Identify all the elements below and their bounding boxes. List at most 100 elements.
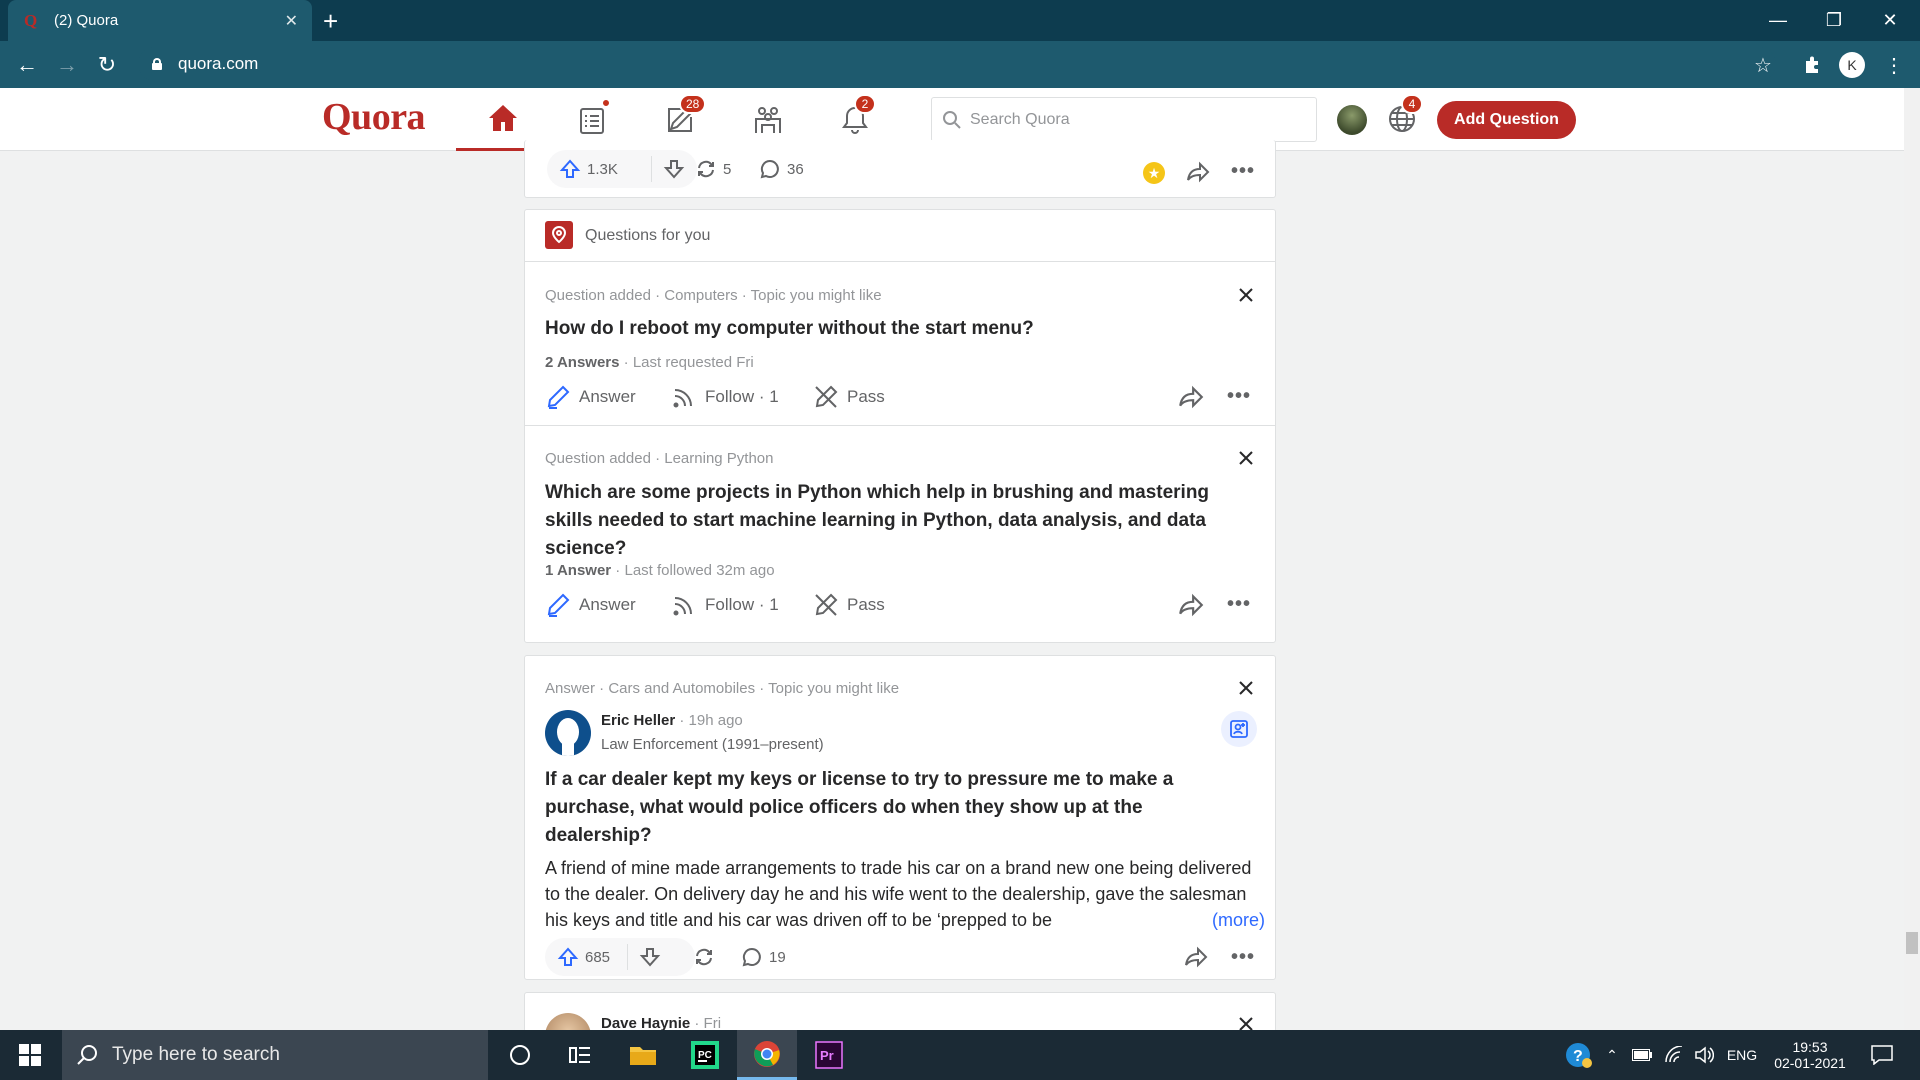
follow-button[interactable]: Follow · 1 xyxy=(671,592,779,618)
svg-text:Pr: Pr xyxy=(820,1048,834,1063)
upvote-button[interactable]: 1.3K xyxy=(559,158,618,180)
qfy-header-text: Questions for you xyxy=(585,227,711,244)
answer-excerpt: A friend of mine made arrangements to tr… xyxy=(545,858,1252,930)
languages-button[interactable]: 4 xyxy=(1385,94,1423,136)
upvote-count: 685 xyxy=(585,948,611,966)
browser-tab-bar: Q (2) Quora ✕ + — ❐ ✕ xyxy=(0,0,1920,41)
search-input[interactable]: Search Quora xyxy=(931,97,1317,142)
pass-label: Pass xyxy=(847,595,885,614)
question-title[interactable]: Which are some projects in Python which … xyxy=(545,479,1245,563)
author-avatar[interactable] xyxy=(545,710,591,756)
task-view-icon[interactable] xyxy=(550,1030,610,1080)
answer-button[interactable]: Answer xyxy=(545,592,636,618)
taskbar-search-placeholder: Type here to search xyxy=(112,1044,280,1065)
answer-question-title[interactable]: If a car dealer kept my keys or license … xyxy=(545,766,1245,850)
upvote-button[interactable]: 685 xyxy=(557,946,610,968)
answer-count[interactable]: 2 Answers xyxy=(545,354,619,371)
reload-icon[interactable]: ↻ xyxy=(89,41,125,88)
cortana-icon[interactable] xyxy=(490,1030,550,1080)
pass-button[interactable]: Pass xyxy=(813,384,885,410)
dismiss-close-icon[interactable] xyxy=(1235,677,1257,699)
close-window-icon[interactable]: ✕ xyxy=(1862,0,1918,41)
downvote-icon xyxy=(663,160,685,179)
more-options-icon[interactable]: ••• xyxy=(1231,946,1255,969)
dismiss-close-icon[interactable] xyxy=(1235,284,1257,306)
svg-text:PC: PC xyxy=(698,1050,712,1061)
questions-for-you-icon xyxy=(545,221,573,249)
share-arrow-icon[interactable] xyxy=(1177,384,1205,410)
answer-card: Answer · Cars and Automobiles · Topic yo… xyxy=(524,655,1276,980)
user-avatar[interactable] xyxy=(1337,105,1367,135)
dismiss-close-icon[interactable] xyxy=(1235,447,1257,469)
pass-label: Pass xyxy=(847,387,885,406)
taskbar-search-input[interactable]: Type here to search xyxy=(62,1030,488,1080)
answer-pencil-icon xyxy=(547,385,570,409)
scrollbar-thumb[interactable] xyxy=(1906,932,1918,954)
reshare-icon xyxy=(696,948,712,966)
downvote-button[interactable] xyxy=(663,158,691,180)
tab-title: (2) Quora xyxy=(54,12,119,29)
more-options-icon[interactable]: ••• xyxy=(1227,385,1251,408)
comment-icon xyxy=(760,159,779,179)
answer-meta: Answer · Cars and Automobiles · Topic yo… xyxy=(545,680,900,697)
comments-button[interactable]: 19 xyxy=(741,946,786,968)
input-language[interactable]: ENG xyxy=(1722,1030,1762,1080)
share-arrow-icon xyxy=(1187,161,1210,183)
profile-avatar[interactable]: K xyxy=(1836,49,1868,81)
premiere-pro-icon[interactable]: Pr xyxy=(799,1030,859,1080)
downvote-button[interactable] xyxy=(639,946,667,968)
browser-tab[interactable]: Q (2) Quora ✕ xyxy=(8,0,312,41)
home-icon xyxy=(489,105,517,131)
share-count-button[interactable]: 5 xyxy=(695,158,731,180)
pycharm-icon[interactable]: PC xyxy=(675,1030,735,1080)
spaces-icon xyxy=(755,106,781,133)
share-button[interactable] xyxy=(1185,160,1211,189)
follow-author-button[interactable] xyxy=(1221,711,1257,747)
question-title[interactable]: How do I reboot my computer without the … xyxy=(545,315,1245,343)
comments-button[interactable]: 36 xyxy=(759,158,804,180)
minimize-icon[interactable]: — xyxy=(1750,0,1806,41)
follow-button[interactable]: Follow · 1 xyxy=(671,384,779,410)
battery-icon[interactable] xyxy=(1628,1030,1656,1080)
tab-close-icon[interactable]: ✕ xyxy=(285,11,298,31)
more-options-icon[interactable]: ••• xyxy=(1227,593,1251,616)
more-link[interactable]: (more) xyxy=(1205,907,1265,933)
url-field[interactable]: quora.com xyxy=(138,47,1776,81)
more-options-icon[interactable]: ••• xyxy=(1231,160,1255,183)
action-center-icon[interactable] xyxy=(1862,1030,1902,1080)
new-tab-icon[interactable]: + xyxy=(323,6,338,37)
share-arrow-icon[interactable] xyxy=(1183,945,1209,969)
reshare-button[interactable] xyxy=(693,946,721,968)
bookmark-star-icon[interactable]: ☆ xyxy=(1747,49,1779,81)
volume-icon[interactable] xyxy=(1690,1030,1718,1080)
answer-button[interactable]: Answer xyxy=(545,384,636,410)
share-arrow-icon[interactable] xyxy=(1177,592,1205,618)
file-explorer-icon[interactable] xyxy=(613,1030,673,1080)
tray-chevron-up-icon[interactable]: ⌃ xyxy=(1600,1030,1624,1080)
restore-icon[interactable]: ❐ xyxy=(1806,0,1862,41)
follow-rss-icon xyxy=(673,389,692,408)
wifi-icon[interactable] xyxy=(1660,1030,1688,1080)
back-icon[interactable]: ← xyxy=(9,41,45,88)
clock-time: 19:53 xyxy=(1792,1039,1828,1055)
page-scrollbar[interactable] xyxy=(1904,88,1920,1030)
help-icon[interactable]: ? xyxy=(1560,1030,1596,1080)
vote-divider xyxy=(651,156,652,182)
author-name[interactable]: Eric Heller xyxy=(601,712,675,729)
follow-label: Follow · 1 xyxy=(705,387,779,406)
qfy-header: Questions for you xyxy=(525,210,1275,262)
windows-start-icon[interactable] xyxy=(0,1030,60,1080)
extensions-icon[interactable] xyxy=(1796,49,1828,81)
chrome-icon[interactable] xyxy=(737,1030,797,1080)
answer-count[interactable]: 1 Answer xyxy=(545,562,611,579)
award-icon[interactable]: ★ xyxy=(1143,162,1165,184)
clock-date: 02-01-2021 xyxy=(1774,1055,1846,1071)
browser-menu-icon[interactable]: ⋮ xyxy=(1878,49,1910,81)
vote-pill: 685 xyxy=(545,938,695,976)
add-question-button[interactable]: Add Question xyxy=(1437,101,1576,139)
quora-logo[interactable]: Quora xyxy=(322,95,426,139)
forward-icon[interactable]: → xyxy=(49,41,85,88)
pass-button[interactable]: Pass xyxy=(813,592,885,618)
clock[interactable]: 19:53 02-01-2021 xyxy=(1766,1030,1854,1080)
question-activity: · Last requested Fri xyxy=(619,354,754,371)
